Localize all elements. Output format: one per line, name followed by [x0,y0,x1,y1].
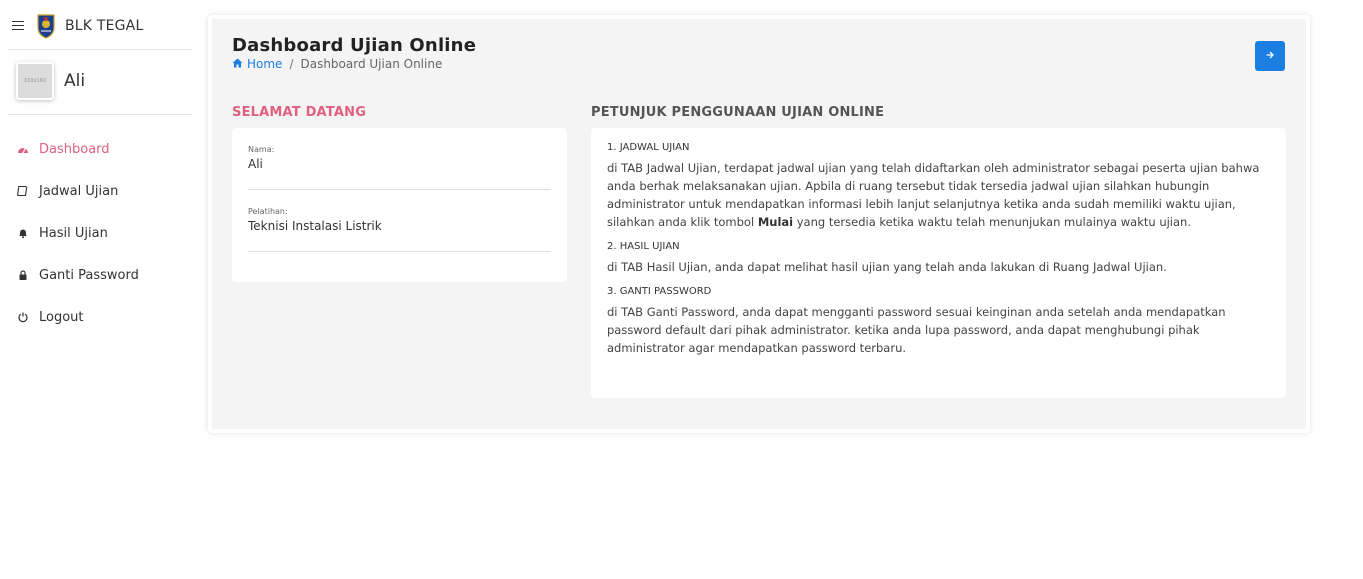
avatar-placeholder-text: 160x160 [23,78,47,84]
name-label: Nama: [248,145,275,154]
sidebar-item-jadwal-ujian[interactable]: Jadwal Ujian [8,170,192,212]
tachometer-icon [16,142,30,156]
guide-section-text: di TAB Ganti Password, anda dapat mengga… [607,305,1226,355]
breadcrumb-current: Dashboard Ujian Online [300,57,443,71]
blk-logo-icon [37,13,55,39]
name-value: Ali [248,157,263,171]
brand-name: BLK TEGAL [65,17,144,34]
sidebar-item-dashboard[interactable]: Dashboard [8,128,192,170]
main-card: Dashboard Ujian Online Home / Dashboard … [208,15,1310,433]
training-field: Pelatihan: Teknisi Instalasi Listrik [248,190,551,252]
breadcrumb-home-link[interactable]: Home [232,57,282,71]
content-panel: Dashboard Ujian Online Home / Dashboard … [212,19,1306,429]
go-button[interactable] [1255,41,1285,71]
sidebar-item-label: Logout [39,309,84,325]
power-icon [16,310,30,324]
user-name: Ali [64,71,86,91]
guide-section-title: 3. GANTI PASSWORD [607,286,712,297]
breadcrumb: Home / Dashboard Ujian Online [232,57,442,71]
breadcrumb-home-label: Home [247,57,283,71]
lock-icon [16,268,30,282]
sidebar-item-ganti-password[interactable]: Ganti Password [8,254,192,296]
sidebar-item-hasil-ujian[interactable]: Hasil Ujian [8,212,192,254]
breadcrumb-separator: / [289,57,294,71]
guide-section-text: di TAB Jadwal Ujian, terdapat jadwal uji… [607,159,1270,231]
page-title: Dashboard Ujian Online [232,35,477,56]
guide-section-text: di TAB Hasil Ujian, anda dapat melihat h… [607,260,1167,274]
sidebar-item-label: Jadwal Ujian [39,183,119,199]
home-icon [232,58,243,71]
bell-icon [16,226,30,240]
welcome-heading: SELAMAT DATANG [232,105,367,120]
sidebar-item-label: Dashboard [39,141,110,157]
sidebar-item-logout[interactable]: Logout [8,296,192,338]
guide-card: 1. JADWAL UJIAN di TAB Jadwal Ujian, ter… [591,128,1286,398]
mulai-keyword: Mulai [757,215,794,229]
user-panel: 160x160 Ali [8,60,192,115]
name-field: Nama: Ali [248,128,551,190]
guide-heading: PETUNJUK PENGGUNAAN UJIAN ONLINE [591,105,885,120]
brand-bar: BLK TEGAL [8,12,192,50]
sidebar-menu: Dashboard Jadwal Ujian Hasil Ujian Ganti… [8,128,192,338]
profile-card: Nama: Ali Pelatihan: Teknisi Instalasi L… [232,128,567,282]
hamburger-menu-icon[interactable] [12,20,26,31]
avatar: 160x160 [16,62,54,100]
arrow-right-icon [1265,49,1275,63]
training-value: Teknisi Instalasi Listrik [248,219,382,233]
guide-text-part: yang tersedia ketika waktu telah menunju… [793,215,1191,229]
guide-section-title: 2. HASIL UJIAN [607,241,680,252]
guide-section-title: 1. JADWAL UJIAN [607,142,690,153]
sidebar-item-label: Hasil Ujian [39,225,108,241]
sidebar-item-label: Ganti Password [39,267,139,283]
sidebar: BLK TEGAL 160x160 Ali Dashboard Jadwal U… [0,0,200,579]
training-label: Pelatihan: [248,207,288,216]
book-icon [16,184,30,198]
